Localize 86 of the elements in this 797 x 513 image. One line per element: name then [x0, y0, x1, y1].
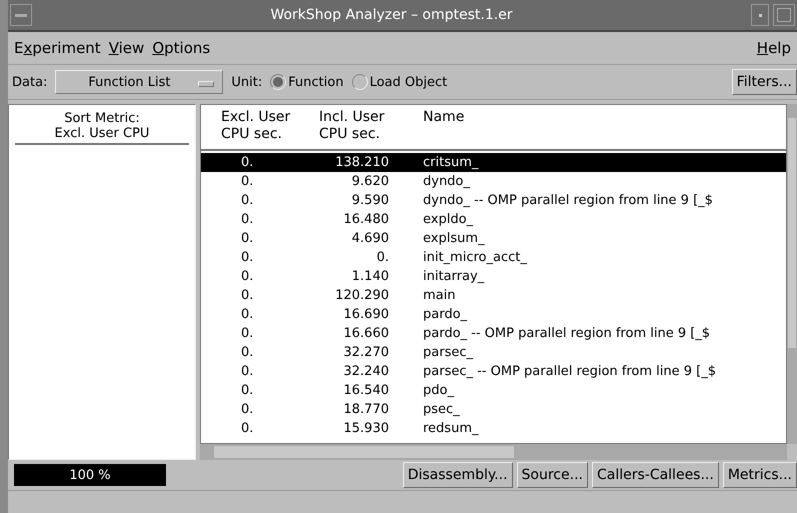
table-cell: explsum_: [423, 231, 485, 246]
table-cell: 0.: [241, 174, 254, 189]
data-dropdown[interactable]: Function List: [55, 70, 224, 94]
table-cell: 32.270: [344, 345, 389, 360]
table-cell: 16.540: [344, 383, 389, 398]
table-cell: 120.290: [335, 288, 389, 303]
action-button[interactable]: Metrics...: [722, 462, 797, 488]
table-cell: pardo_: [423, 307, 468, 322]
table-cell: 0.: [241, 326, 254, 341]
table-cell: 16.480: [344, 212, 389, 227]
table-row[interactable]: 0. 18.770 psec_: [201, 400, 786, 419]
table-row[interactable]: 0. 32.240 parsec_ -- OMP parallel region from line 9 [_$: [201, 362, 786, 381]
column-header[interactable]: Incl. User CPU sec.: [319, 109, 384, 143]
sort-metric-label: Sort Metric:: [64, 111, 140, 126]
unit-label: Unit:: [231, 74, 262, 90]
table-cell: 0.: [241, 383, 254, 398]
table-cell: 16.660: [344, 326, 389, 341]
table-cell: 0.: [241, 231, 254, 246]
table-cell: 138.210: [335, 155, 389, 170]
table-cell: 0.: [241, 307, 254, 322]
menu-item[interactable]: View: [108, 39, 144, 57]
table-cell: 18.770: [344, 402, 389, 417]
table-cell: 0.: [241, 250, 254, 265]
column-header[interactable]: Name: [423, 109, 464, 126]
table-row[interactable]: 0. 138.210 critsum_: [201, 153, 786, 172]
table-cell: 1.140: [352, 269, 389, 284]
action-button[interactable]: Callers-Callees...: [592, 462, 719, 488]
table-cell: expldo_: [423, 212, 474, 227]
table-row[interactable]: 0. 4.690 explsum_: [201, 229, 786, 248]
table-row[interactable]: 0. 32.270 parsec_: [201, 343, 786, 362]
table-cell: 0.: [241, 269, 254, 284]
table-row[interactable]: 0. 120.290 main: [201, 286, 786, 305]
table-cell: 9.590: [352, 193, 389, 208]
sort-metric-value: Excl. User CPU: [54, 126, 150, 141]
table-cell: critsum_: [423, 155, 478, 170]
minimize-button[interactable]: [751, 4, 769, 26]
table-cell: init_micro_acct_: [423, 250, 527, 265]
unit-radio[interactable]: Load Object: [352, 74, 448, 90]
table-cell: 4.690: [352, 231, 389, 246]
table-cell: 9.620: [352, 174, 389, 189]
table-cell: 0.: [241, 421, 254, 436]
table-row[interactable]: 0. 0. init_micro_acct_: [201, 248, 786, 267]
column-header[interactable]: Excl. User CPU sec.: [221, 109, 290, 143]
action-button[interactable]: Source...: [516, 462, 588, 488]
maximize-button[interactable]: [773, 4, 795, 26]
unit-radio[interactable]: Function: [270, 74, 344, 90]
table-cell: parsec_ -- OMP parallel region from line 9 [_$: [423, 364, 716, 379]
data-label: Data:: [12, 74, 48, 90]
table-row[interactable]: 0. 16.660 pardo_ -- OMP parallel region from line 9 [_$: [201, 324, 786, 343]
table-row[interactable]: 0. 1.140 initarray_: [201, 267, 786, 286]
table-row[interactable]: 0. 16.480 expldo_: [201, 210, 786, 229]
window-title: WorkShop Analyzer – omptest.1.er: [269, 7, 514, 23]
table-cell: 32.240: [344, 364, 389, 379]
table-cell: 0.: [241, 364, 254, 379]
vertical-scrollbar[interactable]: [787, 104, 797, 444]
table-cell: parsec_: [423, 345, 473, 360]
table-row[interactable]: 0. 16.690 pardo_: [201, 305, 786, 324]
table-row[interactable]: 0. 9.620 dyndo_: [201, 172, 786, 191]
table-cell: 0.: [241, 212, 254, 227]
table-cell: dyndo_: [423, 174, 470, 189]
menu-item[interactable]: Options: [152, 39, 210, 57]
table-row[interactable]: 0. 15.930 redsum_: [201, 419, 786, 438]
table-cell: 0.: [376, 250, 389, 265]
horizontal-scrollbar[interactable]: [200, 444, 787, 460]
table-cell: pdo_: [423, 383, 454, 398]
table-cell: 15.930: [344, 421, 389, 436]
table-cell: 0.: [241, 288, 254, 303]
table-cell: dyndo_ -- OMP parallel region from line 9 [_$: [423, 193, 713, 208]
table-cell: main: [423, 288, 456, 303]
table-row[interactable]: 0. 9.590 dyndo_ -- OMP parallel region from line 9 [_$: [201, 191, 786, 210]
table-cell: initarray_: [423, 269, 484, 284]
table-cell: 16.690: [344, 307, 389, 322]
table-cell: 0.: [241, 402, 254, 417]
table-cell: psec_: [423, 402, 460, 417]
table-cell: 0.: [241, 155, 254, 170]
table-cell: 0.: [241, 193, 254, 208]
progress-label: 100 %: [69, 468, 111, 482]
filters-button[interactable]: Filters...: [732, 69, 797, 95]
action-button[interactable]: Disassembly...: [402, 462, 513, 488]
window-menu-button[interactable]: [10, 4, 32, 26]
table-row[interactable]: 0. 16.540 pdo_: [201, 381, 786, 400]
table-cell: pardo_ -- OMP parallel region from line 9 [_$: [423, 326, 710, 341]
table-cell: 0.: [241, 345, 254, 360]
help-menu[interactable]: Help: [756, 39, 791, 57]
menu-item[interactable]: Experiment: [14, 39, 101, 57]
table-cell: redsum_: [423, 421, 478, 436]
